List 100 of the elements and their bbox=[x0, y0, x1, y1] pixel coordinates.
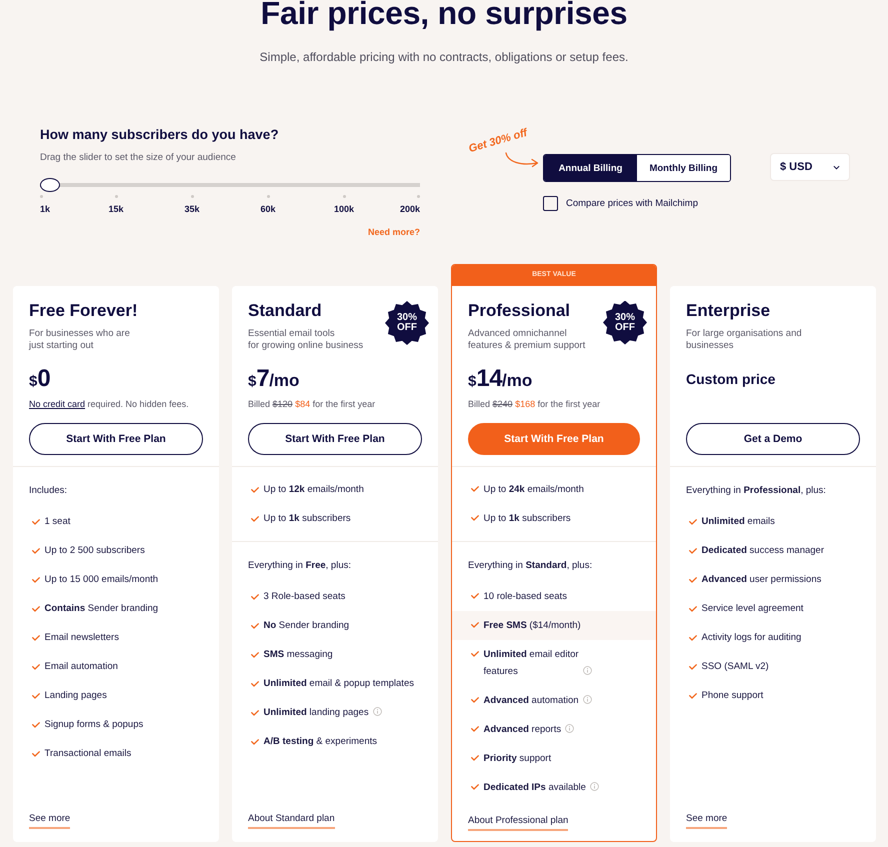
plan-link[interactable]: About Professional plan bbox=[468, 814, 568, 830]
tick-mark-icon bbox=[266, 195, 270, 198]
feature-text: Up to 12k emails/month bbox=[264, 483, 364, 497]
check-icon bbox=[471, 726, 479, 732]
check-icon bbox=[689, 634, 697, 640]
discount-badge: 30% OFF bbox=[385, 301, 429, 345]
feature-text: Service level agreement bbox=[702, 602, 804, 616]
feature-text: Up to 1k subscribers bbox=[264, 512, 351, 526]
info-icon[interactable] bbox=[590, 782, 599, 790]
feature-text: Email automation bbox=[44, 660, 118, 674]
billing-note: Billed $120 $84 for the first year bbox=[248, 398, 376, 410]
tick-label: 35k bbox=[184, 203, 200, 215]
check-icon bbox=[471, 697, 479, 703]
section-heading: Everything in Free, plus: bbox=[248, 560, 352, 572]
slider-thumb[interactable] bbox=[40, 178, 60, 192]
check-icon bbox=[471, 515, 479, 521]
feature-text: SMS messaging bbox=[264, 648, 333, 662]
section-heading: Everything in Professional, plus: bbox=[686, 485, 827, 497]
section-heading: Includes: bbox=[29, 485, 68, 497]
plan-price: $7/mo bbox=[248, 365, 300, 393]
plan-price: Custom price bbox=[686, 371, 776, 387]
feature-text: Up to 15 000 emails/month bbox=[44, 573, 158, 587]
check-icon bbox=[251, 594, 259, 600]
feature-text: Unlimited email & popup templates bbox=[264, 677, 414, 691]
plan-description: Essential email tools for growing online business bbox=[248, 328, 364, 352]
feature-text: 3 Role-based seats bbox=[264, 590, 346, 604]
check-icon bbox=[32, 664, 40, 670]
check-icon bbox=[32, 722, 40, 728]
tick-label: 100k bbox=[334, 203, 354, 215]
tick-label: 200k bbox=[400, 203, 420, 215]
billing-option[interactable]: Annual Billing bbox=[544, 155, 637, 181]
feature-text: Dedicated success manager bbox=[702, 544, 824, 558]
feature-text: Unlimited emails bbox=[702, 515, 775, 529]
check-icon bbox=[32, 750, 40, 756]
page-title: Fair prices, no surprises bbox=[260, 0, 628, 31]
check-icon bbox=[689, 548, 697, 554]
check-icon bbox=[689, 518, 697, 524]
feature-text: Free SMS ($14/month) bbox=[484, 618, 581, 632]
feature-text: No Sender branding bbox=[264, 619, 350, 633]
feature-text: Signup forms & popups bbox=[44, 718, 144, 732]
plan-description: Advanced omnichannel features & premium support bbox=[468, 328, 586, 352]
page-subtitle: Simple, affordable pricing with no contracts, obligations or setup fees. bbox=[258, 49, 630, 65]
slider-question: How many subscribers do you have? bbox=[40, 126, 280, 144]
tick-mark-icon bbox=[190, 195, 194, 198]
feature-text: Activity logs for auditing bbox=[702, 631, 802, 645]
feature-text: Priority support bbox=[484, 752, 552, 766]
check-icon bbox=[251, 652, 259, 658]
plan-button[interactable]: Start With Free Plan bbox=[248, 423, 422, 455]
feature-text: Advanced reports bbox=[484, 722, 562, 736]
plan-price: $0 bbox=[29, 365, 50, 393]
plan-name: Professional bbox=[468, 300, 570, 322]
feature-text: Landing pages bbox=[44, 689, 107, 703]
info-icon[interactable] bbox=[582, 694, 592, 704]
tick-mark-icon bbox=[417, 195, 420, 198]
check-icon bbox=[471, 651, 479, 657]
check-icon bbox=[32, 606, 40, 612]
slider-hint: Drag the slider to set the size of your audience bbox=[40, 152, 237, 164]
feature-text: 1 seat bbox=[44, 515, 70, 529]
feature-text: Advanced automation bbox=[484, 694, 579, 708]
check-icon bbox=[689, 664, 697, 670]
check-icon bbox=[251, 738, 259, 744]
billing-option[interactable]: Monthly Billing bbox=[637, 155, 730, 181]
feature-text: Dedicated IPs available bbox=[484, 780, 586, 794]
check-icon bbox=[689, 576, 697, 582]
currency-select[interactable]: $ USD bbox=[771, 154, 849, 180]
plan-link[interactable]: About Standard plan bbox=[248, 813, 335, 829]
billing-note: Billed $240 $168 for the first year bbox=[468, 398, 602, 410]
plan-link[interactable]: See more bbox=[686, 813, 728, 829]
feature-text: A/B testing & experiments bbox=[264, 735, 378, 749]
check-icon bbox=[251, 516, 259, 522]
feature-text: Unlimited email editor features bbox=[484, 648, 579, 678]
check-icon bbox=[251, 622, 259, 628]
plan-button[interactable]: Start With Free Plan bbox=[29, 423, 203, 455]
info-icon[interactable] bbox=[582, 666, 592, 674]
feature-text: Phone support bbox=[702, 689, 764, 703]
feature-text: Advanced user permissions bbox=[702, 573, 822, 587]
plan-link[interactable]: See more bbox=[29, 813, 70, 829]
info-icon[interactable] bbox=[565, 724, 574, 732]
plan-name: Free Forever! bbox=[29, 300, 138, 322]
curved-arrow-icon bbox=[505, 152, 539, 168]
check-icon bbox=[32, 576, 40, 582]
feature-text: Contains Sender branding bbox=[44, 602, 158, 616]
feature-text: Unlimited landing pages bbox=[264, 706, 369, 720]
tick-label: 60k bbox=[260, 203, 276, 215]
chevron-down-icon bbox=[833, 164, 840, 170]
check-icon bbox=[471, 486, 479, 492]
discount-badge: 30% OFF bbox=[603, 300, 647, 344]
check-icon bbox=[471, 622, 479, 628]
feature-text: 10 role-based seats bbox=[484, 590, 567, 604]
tick-mark-icon bbox=[114, 195, 118, 198]
compare-checkbox[interactable] bbox=[543, 196, 558, 211]
check-icon bbox=[32, 548, 40, 554]
feature-text: Up to 24k emails/month bbox=[484, 482, 584, 496]
plan-name: Enterprise bbox=[686, 300, 770, 322]
note-link[interactable]: No credit card bbox=[29, 399, 86, 409]
feature-text: Transactional emails bbox=[44, 747, 132, 761]
plan-name: Standard bbox=[248, 300, 322, 322]
plan-button[interactable]: Get a Demo bbox=[686, 423, 860, 455]
info-icon[interactable] bbox=[372, 707, 382, 716]
feature-text: Email newsletters bbox=[44, 631, 119, 645]
